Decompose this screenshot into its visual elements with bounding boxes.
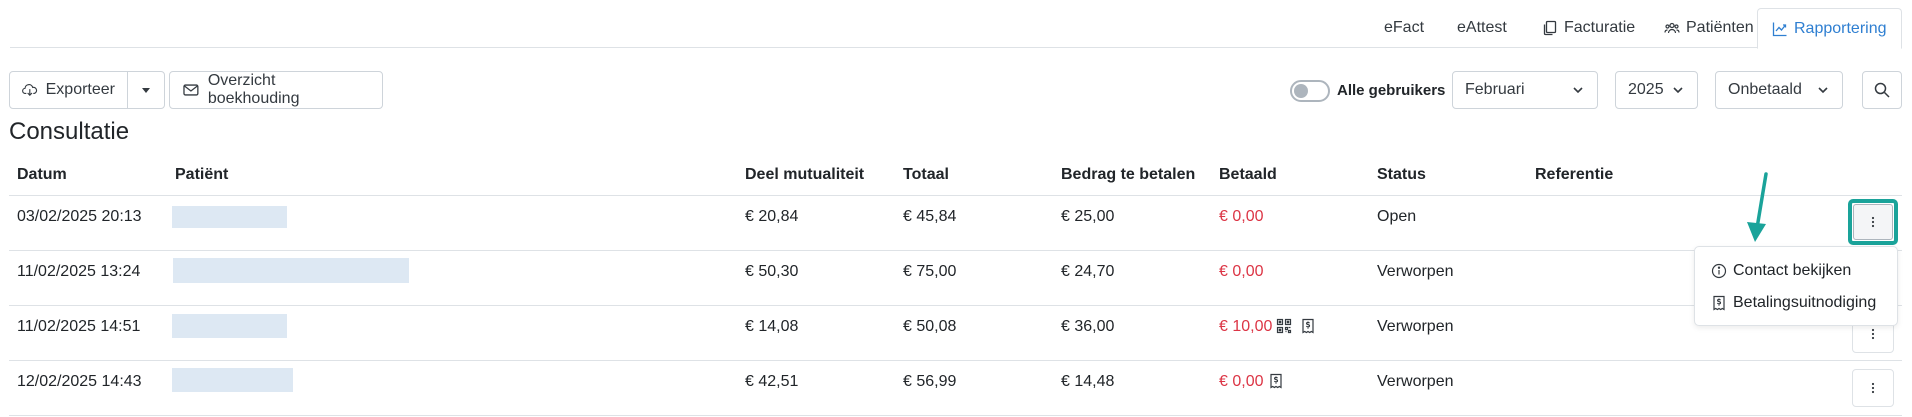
column-header-bedrag-te-betalen: Bedrag te betalen xyxy=(1061,166,1196,183)
cell-betaald: € 10,00 xyxy=(1219,318,1273,335)
table-divider xyxy=(9,415,1902,416)
invoice-icon[interactable] xyxy=(1300,318,1316,334)
search-icon xyxy=(1874,82,1890,98)
cell-datum: 12/02/2025 14:43 xyxy=(17,373,142,390)
redacted-patient-name xyxy=(172,206,287,228)
cell-totaal: € 45,84 xyxy=(903,208,957,225)
redacted-patient-name xyxy=(172,314,287,338)
tab-rapportering[interactable]: Rapportering xyxy=(1757,8,1902,49)
cell-deel-mutualiteit: € 42,51 xyxy=(745,373,799,390)
cell-betaald: € 0,00 xyxy=(1219,263,1264,280)
cell-deel-mutualiteit: € 14,08 xyxy=(745,318,799,335)
cell-totaal: € 75,00 xyxy=(903,263,957,280)
redacted-patient-name xyxy=(173,258,409,283)
column-header-referentie: Referentie xyxy=(1535,166,1614,183)
cell-deel-mutualiteit: € 20,84 xyxy=(745,208,799,225)
tab-label: eAttest xyxy=(1457,19,1507,36)
cell-datum: 11/02/2025 13:24 xyxy=(17,263,141,280)
menu-item-label: Contact bekijken xyxy=(1733,262,1852,279)
cell-totaal: € 56,99 xyxy=(903,373,957,390)
chevron-down-icon xyxy=(1673,87,1683,94)
row-actions-button-inner xyxy=(1853,204,1893,240)
people-icon xyxy=(1664,22,1680,34)
month-select[interactable]: Februari xyxy=(1452,71,1598,109)
table-divider xyxy=(9,195,1902,196)
invoice-icon[interactable] xyxy=(1268,373,1284,389)
column-header-datum: Datum xyxy=(17,166,67,183)
cell-datum: 03/02/2025 20:13 xyxy=(17,208,142,225)
column-header-status: Status xyxy=(1377,166,1426,183)
table-divider xyxy=(9,305,1902,306)
chevron-down-icon xyxy=(1818,87,1828,94)
menu-item-contact-bekijken[interactable]: Contact bekijken xyxy=(1711,259,1851,283)
chart-line-icon xyxy=(1772,22,1787,36)
invoice-icon xyxy=(1713,295,1725,311)
menu-item-label: Betalingsuitnodiging xyxy=(1733,294,1877,311)
kebab-menu-icon xyxy=(1871,328,1875,340)
table-divider xyxy=(9,360,1902,361)
cell-status: Verworpen xyxy=(1377,373,1454,390)
cell-bedrag-te-betalen: € 36,00 xyxy=(1061,318,1115,335)
cell-betaald: € 0,00 xyxy=(1219,208,1264,225)
month-value: Februari xyxy=(1465,81,1525,98)
caret-down-icon xyxy=(142,88,150,93)
annotation-arrow-icon xyxy=(1747,172,1768,242)
overview-accounting-button[interactable]: Overzicht boekhouding xyxy=(169,71,383,109)
year-select[interactable]: 2025 xyxy=(1615,71,1698,109)
all-users-label: Alle gebruikers xyxy=(1337,82,1446,99)
info-circle-icon xyxy=(1711,263,1727,279)
cell-datum: 11/02/2025 14:51 xyxy=(17,318,141,335)
year-value: 2025 xyxy=(1628,81,1664,98)
kebab-menu-icon xyxy=(1871,382,1875,394)
cell-status: Verworpen xyxy=(1377,263,1454,280)
column-header-totaal: Totaal xyxy=(903,166,949,183)
tab-label: Facturatie xyxy=(1564,19,1636,36)
row-actions-button[interactable] xyxy=(1852,369,1894,407)
tab-patienten[interactable]: Patiënten xyxy=(1650,8,1768,48)
envelope-icon xyxy=(183,84,199,96)
chevron-down-icon xyxy=(1573,87,1583,94)
tab-eattest[interactable]: eAttest xyxy=(1443,8,1521,48)
column-header-deel-mutualiteit: Deel mutualiteit xyxy=(745,166,865,183)
all-users-toggle[interactable] xyxy=(1290,80,1330,102)
export-dropdown-toggle[interactable] xyxy=(127,71,165,109)
redacted-patient-name xyxy=(172,368,293,392)
search-button[interactable] xyxy=(1862,71,1902,109)
row-actions-button[interactable] xyxy=(1848,199,1898,245)
cell-betaald: € 0,00 xyxy=(1219,373,1264,390)
tab-label: eFact xyxy=(1384,19,1425,36)
page-title: Consultatie xyxy=(9,118,130,145)
export-label: Exporteer xyxy=(45,81,115,98)
tab-label: Rapportering xyxy=(1794,19,1887,37)
qr-code-icon[interactable] xyxy=(1276,318,1292,334)
column-header-betaald: Betaald xyxy=(1219,166,1277,183)
kebab-menu-icon xyxy=(1871,216,1875,228)
overview-label: Overzicht boekhouding xyxy=(207,72,300,107)
row-actions-dropdown: Contact bekijken Betalingsuitnodiging xyxy=(1694,246,1898,326)
cell-totaal: € 50,08 xyxy=(903,318,957,335)
cell-status: Open xyxy=(1377,208,1417,225)
nav-tabs: eFact eAttest Facturatie Patiënten Rappo… xyxy=(10,8,1902,49)
cell-bedrag-te-betalen: € 14,48 xyxy=(1061,373,1115,390)
table-divider xyxy=(9,250,1902,251)
tab-efact[interactable]: eFact xyxy=(1370,8,1438,48)
cell-bedrag-te-betalen: € 24,70 xyxy=(1061,263,1115,280)
column-header-patient: Patiënt xyxy=(175,166,229,183)
payment-status-select[interactable]: Onbetaald xyxy=(1715,71,1843,109)
menu-item-betalingsuitnodiging[interactable]: Betalingsuitnodiging xyxy=(1711,291,1876,315)
cell-status: Verworpen xyxy=(1377,318,1454,335)
cloud-download-icon xyxy=(22,84,38,97)
tab-facturatie[interactable]: Facturatie xyxy=(1528,8,1649,48)
tab-label: Patiënten xyxy=(1686,19,1754,36)
copy-icon xyxy=(1543,20,1557,36)
cell-bedrag-te-betalen: € 25,00 xyxy=(1061,208,1115,225)
cell-deel-mutualiteit: € 50,30 xyxy=(745,263,799,280)
export-button[interactable]: Exporteer xyxy=(9,71,128,109)
payment-status-value: Onbetaald xyxy=(1728,81,1802,98)
